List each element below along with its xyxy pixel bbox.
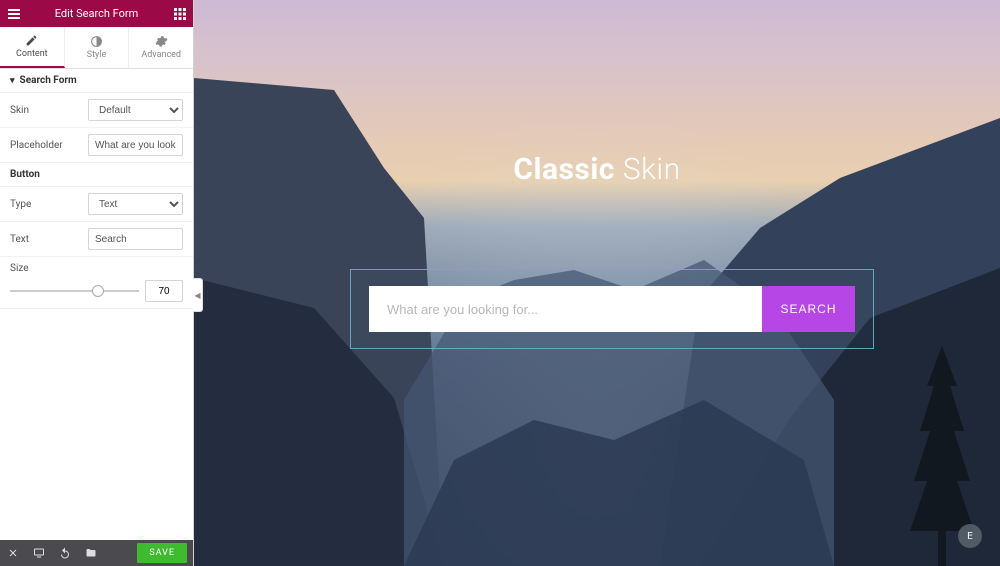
- preview-canvas: Classic Skin SEARCH E: [194, 0, 1000, 566]
- save-button[interactable]: SAVE: [137, 543, 187, 563]
- mountain-mid: [404, 180, 834, 566]
- hamburger-menu-button[interactable]: [0, 0, 27, 27]
- panel-footer: SAVE: [0, 540, 193, 566]
- elementor-badge-label: E: [967, 531, 973, 542]
- skin-label: Skin: [10, 105, 80, 116]
- type-select[interactable]: Text: [88, 193, 183, 215]
- monitor-icon: [33, 547, 45, 559]
- style-icon: [90, 35, 103, 48]
- tab-content-label: Content: [16, 49, 48, 59]
- widgets-grid-button[interactable]: [166, 0, 193, 27]
- undo-icon: [59, 547, 71, 559]
- placeholder-input[interactable]: [88, 134, 183, 156]
- tab-style-label: Style: [87, 50, 107, 60]
- size-label: Size: [10, 263, 183, 274]
- size-slider[interactable]: [10, 290, 139, 292]
- panel-header: Edit Search Form: [0, 0, 193, 27]
- elementor-badge[interactable]: E: [958, 524, 982, 548]
- skin-select[interactable]: Default: [88, 99, 183, 121]
- control-size: Size: [0, 257, 193, 309]
- canvas-heading-light: Skin: [623, 152, 681, 187]
- control-skin: Skin Default: [0, 93, 193, 128]
- close-icon: [7, 547, 19, 559]
- control-text: Text: [0, 222, 193, 257]
- tab-content[interactable]: Content: [0, 27, 65, 68]
- responsive-button[interactable]: [32, 546, 46, 560]
- gear-icon: [155, 35, 168, 48]
- close-button[interactable]: [6, 546, 20, 560]
- search-button[interactable]: SEARCH: [762, 286, 855, 332]
- text-input[interactable]: [88, 228, 183, 250]
- folder-icon: [85, 547, 97, 559]
- panel-tabs: Content Style Advanced: [0, 27, 193, 69]
- search-widget-selection[interactable]: SEARCH: [350, 269, 874, 349]
- tab-advanced-label: Advanced: [141, 50, 181, 60]
- canvas-heading: Classic Skin: [513, 152, 680, 187]
- panel-title: Edit Search Form: [55, 7, 139, 20]
- placeholder-label: Placeholder: [10, 140, 80, 151]
- pencil-icon: [25, 34, 38, 47]
- search-input[interactable]: [369, 286, 762, 332]
- text-label: Text: [10, 234, 80, 245]
- control-type: Type Text: [0, 187, 193, 222]
- panel-collapse-handle[interactable]: ◀: [193, 278, 203, 312]
- history-button[interactable]: [58, 546, 72, 560]
- section-title-label: Search Form: [20, 75, 77, 86]
- templates-button[interactable]: [84, 546, 98, 560]
- grid-icon: [174, 8, 186, 20]
- tab-advanced[interactable]: Advanced: [129, 27, 193, 68]
- canvas-heading-bold: Classic: [513, 152, 615, 187]
- editor-panel: Edit Search Form Content Style Advanced …: [0, 0, 194, 566]
- control-placeholder: Placeholder: [0, 128, 193, 163]
- controls-area: Skin Default Placeholder Button Type Tex…: [0, 93, 193, 540]
- search-form: SEARCH: [369, 286, 855, 332]
- section-toggle-search-form[interactable]: Search Form: [0, 69, 193, 93]
- tab-style[interactable]: Style: [65, 27, 130, 68]
- size-number-input[interactable]: [145, 280, 183, 302]
- subsection-button: Button: [0, 163, 193, 187]
- type-label: Type: [10, 199, 80, 210]
